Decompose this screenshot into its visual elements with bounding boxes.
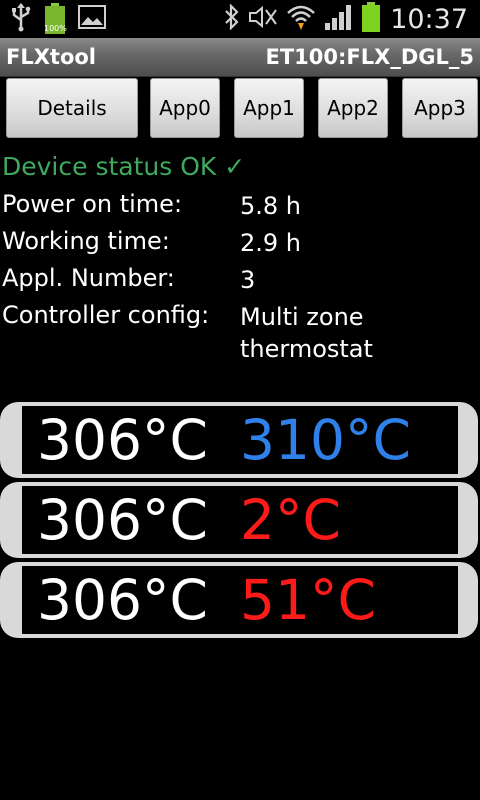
battery-icon	[362, 2, 381, 36]
details-button[interactable]: Details	[6, 78, 138, 138]
setpoint-temperature: 2°C	[240, 488, 341, 552]
info-value: 3	[240, 266, 256, 294]
app3-button[interactable]: App3	[402, 78, 478, 138]
battery-full-icon: 100%	[44, 3, 67, 35]
status-bar-left: 100%	[10, 3, 106, 35]
setpoint-temperature: 310°C	[240, 408, 411, 472]
info-label: Working time:	[2, 227, 170, 255]
app2-button[interactable]: App2	[318, 78, 388, 138]
actual-temperature: 306°C	[37, 408, 208, 472]
button-row: Details App0 App1 App2 App3	[0, 78, 480, 140]
screen: 100% 10:37 FLXtool ET100:FLX_DGL_5 Detai…	[0, 0, 480, 800]
device-status: Device status OK ✓	[2, 152, 246, 181]
mute-icon	[248, 5, 278, 33]
status-bar: 100% 10:37	[0, 0, 480, 38]
battery-percent: 100%	[44, 24, 67, 33]
device-name: ET100:FLX_DGL_5	[265, 45, 474, 69]
info-row-controller-config: Controller config: Multi zone thermostat	[0, 301, 480, 367]
info-label: Power on time:	[2, 190, 183, 218]
signal-icon	[324, 3, 354, 35]
clock: 10:37	[390, 3, 468, 35]
info-label: Appl. Number:	[2, 264, 175, 292]
info-value: 2.9 h	[240, 229, 302, 257]
info-row-power-on: Power on time: 5.8 h	[0, 190, 480, 224]
zone-display: 306°C 2°C	[22, 486, 458, 554]
actual-temperature: 306°C	[37, 568, 208, 632]
actual-temperature: 306°C	[37, 488, 208, 552]
wifi-icon	[286, 3, 316, 35]
app-title: FLXtool	[6, 45, 97, 69]
status-bar-right: 10:37	[224, 2, 480, 36]
usb-icon	[10, 2, 32, 36]
app0-button[interactable]: App0	[150, 78, 220, 138]
info-label: Controller config:	[2, 301, 210, 329]
zone-display: 306°C 51°C	[22, 566, 458, 634]
info-row-working-time: Working time: 2.9 h	[0, 227, 480, 261]
title-bar: FLXtool ET100:FLX_DGL_5	[0, 38, 480, 77]
zone-row[interactable]: 306°C 2°C	[0, 482, 478, 558]
image-icon	[78, 5, 106, 33]
zone-display: 306°C 310°C	[22, 406, 458, 474]
setpoint-temperature: 51°C	[240, 568, 376, 632]
app1-button[interactable]: App1	[234, 78, 304, 138]
bluetooth-icon	[224, 3, 240, 34]
info-value: 5.8 h	[240, 192, 302, 220]
zone-row[interactable]: 306°C 310°C	[0, 402, 478, 478]
zone-row[interactable]: 306°C 51°C	[0, 562, 478, 638]
info-value: Multi zone thermostat	[240, 303, 373, 363]
info-row-appl-number: Appl. Number: 3	[0, 264, 480, 298]
